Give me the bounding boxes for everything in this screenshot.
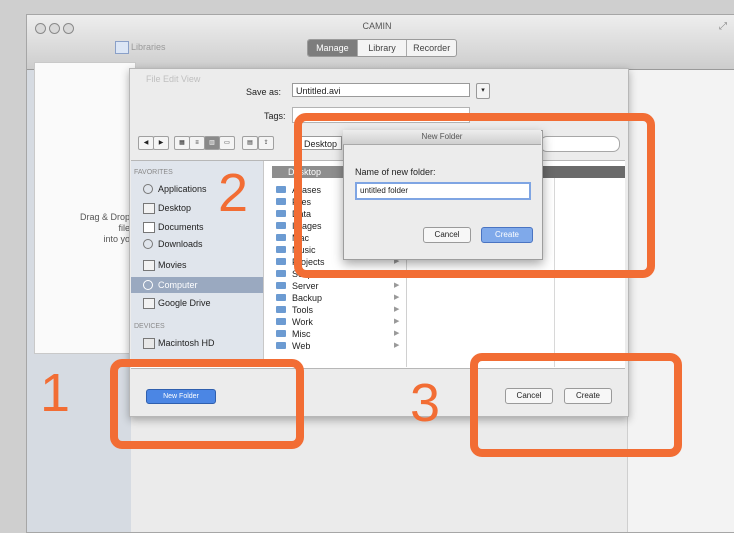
- folder-icon: [276, 210, 286, 217]
- library-icon[interactable]: [115, 41, 129, 54]
- desktop-icon: [143, 203, 155, 214]
- icon-view-button[interactable]: ▦: [174, 136, 190, 150]
- faded-menu-text: File Edit View: [146, 74, 201, 84]
- highlight-box-2: [294, 113, 655, 278]
- view-segmented-control[interactable]: Manage Library Recorder: [307, 39, 457, 57]
- highlight-box-1: [110, 359, 304, 449]
- zoom-window-icon[interactable]: [63, 23, 74, 34]
- sidebar-item-downloads[interactable]: Downloads: [131, 236, 263, 252]
- chevron-right-icon: ▶: [394, 306, 400, 313]
- share-button[interactable]: ⇪: [258, 136, 274, 150]
- sidebar-item-google-drive[interactable]: Google Drive: [131, 295, 263, 311]
- fullscreen-icon[interactable]: ⤢: [719, 21, 727, 32]
- annotation-number-2: 2: [218, 163, 249, 223]
- drop-hint-line1: Drag & Drop file: [79, 212, 130, 233]
- folder-icon: [276, 342, 286, 349]
- folder-icon: [276, 222, 286, 229]
- folder-icon: [276, 270, 286, 277]
- segment-library[interactable]: Library: [358, 40, 408, 56]
- sidebar-item-label: Macintosh HD: [158, 338, 215, 348]
- drop-hint-text: Drag & Drop file into yo: [70, 212, 130, 245]
- folder-icon: [276, 234, 286, 241]
- folder-icon: [276, 318, 286, 325]
- sidebar-item-movies[interactable]: Movies: [131, 257, 263, 273]
- expand-dialog-button[interactable]: ▾: [476, 83, 490, 99]
- folder-icon: [276, 294, 286, 301]
- back-button[interactable]: ◀: [138, 136, 154, 150]
- chevron-right-icon: ▶: [394, 282, 400, 289]
- close-window-icon[interactable]: [35, 23, 46, 34]
- window-title: CAMIN: [362, 21, 392, 31]
- segment-manage[interactable]: Manage: [308, 40, 358, 56]
- computer-icon: [143, 280, 153, 290]
- movies-icon: [143, 260, 155, 271]
- documents-icon: [143, 222, 155, 233]
- forward-button[interactable]: ▶: [153, 136, 169, 150]
- sidebar-item-macintosh-hd[interactable]: Macintosh HD: [131, 335, 263, 351]
- sidebar-item-label: Computer: [158, 280, 198, 290]
- hard-drive-icon: [143, 338, 155, 349]
- downloads-icon: [143, 239, 153, 249]
- save-as-label: Save as:: [246, 87, 282, 97]
- sidebar-item-label: Google Drive: [158, 298, 211, 308]
- folder-icon: [276, 246, 286, 253]
- folder-icon: [276, 306, 286, 313]
- sidebar-item-computer[interactable]: Computer: [131, 277, 263, 293]
- segment-recorder[interactable]: Recorder: [407, 40, 456, 56]
- devices-header: DEVICES: [134, 323, 165, 330]
- folder-icon: [143, 298, 155, 309]
- chevron-right-icon: ▶: [394, 342, 400, 349]
- cover-flow-button[interactable]: ▭: [219, 136, 235, 150]
- drop-panel: [34, 62, 136, 354]
- sidebar-item-label: Documents: [158, 222, 204, 232]
- arrange-button[interactable]: ▤: [242, 136, 258, 150]
- sidebar-item-label: Desktop: [158, 203, 192, 213]
- folder-icon: [276, 330, 286, 337]
- drop-hint-line2: into yo: [103, 234, 130, 244]
- column-view-button[interactable]: ▥: [204, 136, 220, 150]
- chevron-down-icon: ▾: [481, 87, 485, 94]
- sidebar-item-label: Downloads: [158, 239, 203, 249]
- chevron-right-icon: ▶: [394, 294, 400, 301]
- sidebar-item-label: Movies: [158, 260, 187, 270]
- chevron-right-icon: ▶: [394, 330, 400, 337]
- folder-icon: [276, 198, 286, 205]
- highlight-box-3: [470, 353, 682, 457]
- folder-icon: [276, 258, 286, 265]
- annotation-number-1: 1: [40, 363, 71, 423]
- sidebar-item-label: Applications: [158, 184, 207, 194]
- annotation-number-3: 3: [410, 373, 441, 433]
- folder-icon: [276, 282, 286, 289]
- toolbar-label[interactable]: Libraries: [131, 42, 166, 52]
- folder-icon: [276, 186, 286, 193]
- applications-icon: [143, 184, 153, 194]
- favorites-header: FAVORITES: [134, 169, 173, 176]
- save-as-field[interactable]: Untitled.avi: [292, 83, 470, 97]
- chevron-right-icon: ▶: [394, 318, 400, 325]
- tags-label: Tags:: [264, 111, 286, 121]
- minimize-window-icon[interactable]: [49, 23, 60, 34]
- list-view-button[interactable]: ≡: [189, 136, 205, 150]
